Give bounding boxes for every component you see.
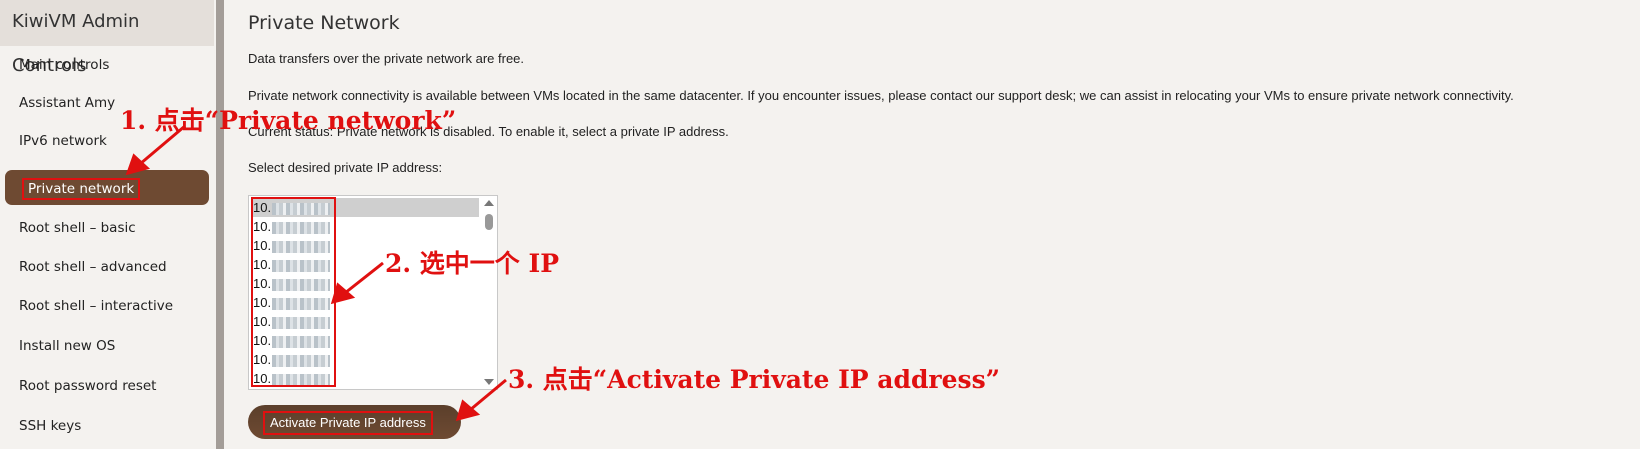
arrowhead-step2 — [330, 282, 356, 305]
arrow-step2 — [344, 261, 384, 295]
arrow-step1 — [139, 124, 186, 166]
arrow-step3 — [469, 378, 507, 412]
arrowhead-step3 — [455, 399, 481, 422]
annotation-arrows — [125, 124, 507, 422]
